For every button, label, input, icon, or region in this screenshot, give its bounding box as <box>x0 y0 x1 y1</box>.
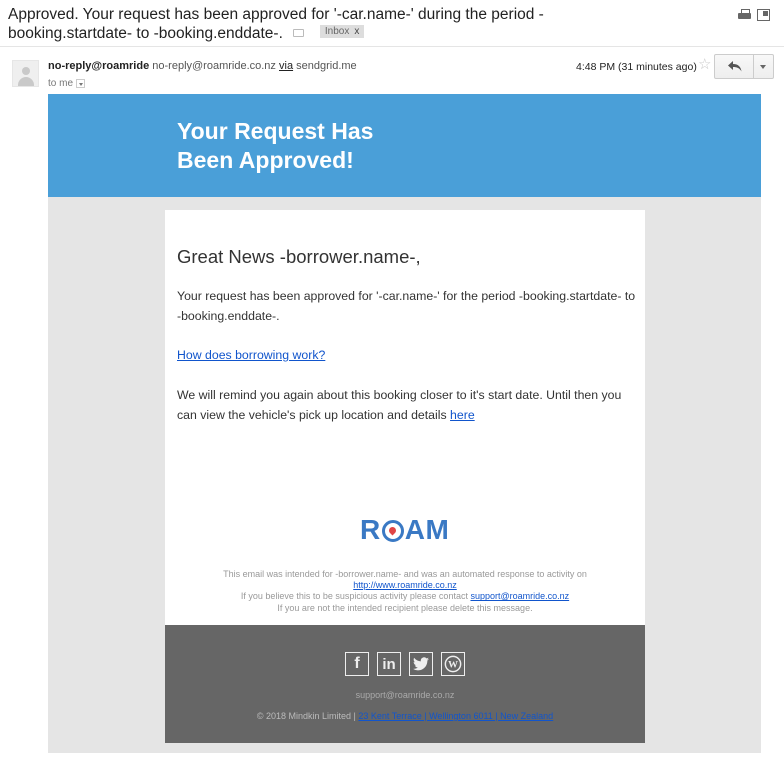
facebook-glyph: f <box>354 655 360 672</box>
reply-button-group <box>714 54 774 79</box>
print-icon[interactable] <box>738 9 751 21</box>
email-footer: f in W support@roamride.co.nz © 2018 Min… <box>165 625 645 743</box>
social-links: f in W <box>345 652 465 676</box>
email-subject: Approved. Your request has been approved… <box>8 5 648 43</box>
importance-marker-icon[interactable] <box>292 28 304 37</box>
location-pin-icon <box>381 520 404 542</box>
remove-label-icon[interactable]: x <box>354 26 359 37</box>
sender-avatar[interactable] <box>12 60 39 87</box>
twitter-bird-icon <box>413 657 429 671</box>
message-header: no-reply@roamride no-reply@roamride.co.n… <box>0 52 784 90</box>
star-icon[interactable]: ☆ <box>698 57 711 72</box>
reply-arrow-icon <box>728 61 742 72</box>
twitter-icon[interactable] <box>409 652 433 676</box>
logo-text-left: R <box>360 514 381 545</box>
reminder-paragraph: We will remind you again about this book… <box>177 385 637 425</box>
logo-text-right: AM <box>404 514 450 545</box>
banner-title-line2: Been Approved! <box>177 147 354 173</box>
address-link[interactable]: 23 Kent Terrace | Wellington 6011 | New … <box>358 711 553 721</box>
disclaimer-line4: If you are not the intended recipient pl… <box>277 602 533 613</box>
via-domain: sendgrid.me <box>296 60 357 72</box>
reminder-text: We will remind you again about this book… <box>177 388 622 422</box>
how-borrowing-works-link[interactable]: How does borrowing work? <box>177 348 325 362</box>
more-actions-button[interactable] <box>754 55 773 78</box>
subject-text: Approved. Your request has been approved… <box>8 6 544 42</box>
from-line: no-reply@roamride no-reply@roamride.co.n… <box>48 60 357 72</box>
copyright-text: © 2018 Mindkin Limited | <box>256 711 356 721</box>
disclaimer: This email was intended for -borrower.na… <box>165 569 645 614</box>
via-link[interactable]: via <box>279 60 293 72</box>
help-paragraph: How does borrowing work? <box>177 345 637 365</box>
inbox-label-text: Inbox <box>324 26 350 38</box>
website-link[interactable]: http://www.roamride.co.nz <box>353 580 457 590</box>
linkedin-glyph: in <box>382 655 396 673</box>
recipient-text: to me <box>48 78 74 89</box>
approval-banner: Your Request Has Been Approved! <box>48 94 761 197</box>
wordpress-icon[interactable]: W <box>441 652 465 676</box>
banner-title-line1: Your Request Has <box>177 118 374 144</box>
footer-support-email: support@roamride.co.nz <box>355 690 455 700</box>
sender-name[interactable]: no-reply@roamride <box>48 60 149 72</box>
greeting-heading: Great News -borrower.name-, <box>177 246 421 267</box>
wordpress-logo-icon: W <box>444 655 462 673</box>
roam-logo: R AM <box>360 514 449 546</box>
disclaimer-line3: If you believe this to be suspicious act… <box>240 591 468 602</box>
subject-row: Approved. Your request has been approved… <box>0 0 784 44</box>
new-window-icon[interactable] <box>757 9 770 21</box>
header-divider <box>0 46 784 47</box>
linkedin-icon[interactable]: in <box>377 652 401 676</box>
vehicle-details-link[interactable]: here <box>450 408 475 422</box>
top-icons <box>738 9 770 21</box>
footer-copyright: © 2018 Mindkin Limited | 23 Kent Terrace… <box>165 711 645 721</box>
email-body: Your Request Has Been Approved! Great Ne… <box>48 94 761 753</box>
message-card: Great News -borrower.name-, Your request… <box>165 210 645 625</box>
inbox-label-chip[interactable]: Inbox x <box>319 25 365 39</box>
disclaimer-line1: This email was intended for -borrower.na… <box>223 569 587 579</box>
sender-email: no-reply@roamride.co.nz <box>152 60 276 72</box>
reply-button[interactable] <box>715 55 755 78</box>
facebook-icon[interactable]: f <box>345 652 369 676</box>
svg-text:W: W <box>448 660 458 671</box>
banner-title: Your Request Has Been Approved! <box>177 117 437 175</box>
show-details-dropdown-icon[interactable] <box>76 78 86 88</box>
to-line[interactable]: to me <box>48 78 86 89</box>
message-time: 4:48 PM (31 minutes ago) <box>576 61 697 73</box>
approval-paragraph: Your request has been approved for '-car… <box>177 289 636 323</box>
support-email-link[interactable]: support@roamride.co.nz <box>470 591 569 601</box>
